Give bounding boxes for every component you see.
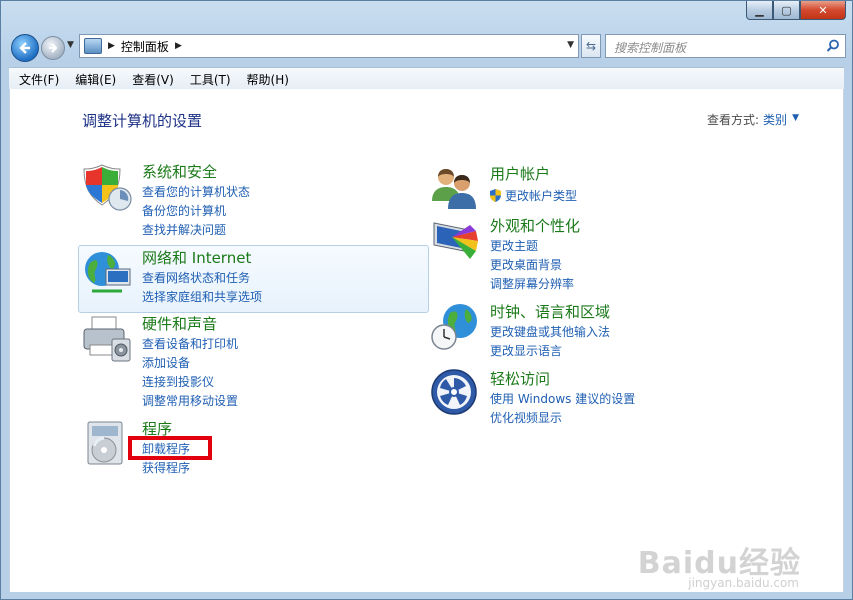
back-arrow-icon <box>19 42 30 54</box>
link-change-account-type[interactable]: 更改帐户类型 <box>490 187 577 204</box>
category-title[interactable]: 时钟、语言和区域 <box>490 301 610 322</box>
breadcrumb-separator-icon[interactable]: ▶ <box>175 41 182 51</box>
navigation-bar: ▼ ▶ 控制面板 ▶ ▼ ⇆ 搜索控制面板 <box>9 31 846 62</box>
chevron-down-icon[interactable]: ▼ <box>792 113 799 123</box>
view-by-label: 查看方式: <box>706 113 759 127</box>
category-hardware-sound: 硬件和声音 查看设备和打印机 添加设备 连接到投影仪 调整常用移动设置 <box>82 313 382 413</box>
category-clock-language-region: 时钟、语言和区域 更改键盘或其他输入法 更改显示语言 <box>430 301 750 361</box>
category-programs: 程序 卸载程序 获得程序 <box>82 418 382 478</box>
category-user-accounts: 用户帐户 更改帐户类型 <box>430 163 750 213</box>
highlight-annotation <box>128 436 212 460</box>
category-system-security: 系统和安全 查看您的计算机状态 备份您的计算机 查找并解决问题 <box>82 161 382 241</box>
refresh-icon: ⇆ <box>585 39 597 53</box>
category-title[interactable]: 轻松访问 <box>490 368 550 389</box>
menu-tools[interactable]: 工具(T) <box>180 71 237 88</box>
category-appearance-personalization: 外观和个性化 更改主题 更改桌面背景 调整屏幕分辨率 <box>430 215 750 295</box>
menu-file[interactable]: 文件(F) <box>9 71 65 88</box>
search-input[interactable]: 搜索控制面板 <box>614 39 686 56</box>
category-network-internet: 网络和 Internet 查看网络状态和任务 选择家庭组和共享选项 <box>82 247 382 307</box>
link-optimize-video-display[interactable]: 优化视频显示 <box>490 409 562 426</box>
menu-edit[interactable]: 编辑(E) <box>65 71 122 88</box>
menu-view[interactable]: 查看(V) <box>122 71 180 88</box>
link-backup-computer[interactable]: 备份您的计算机 <box>142 202 226 219</box>
search-icon[interactable] <box>826 39 840 53</box>
back-button[interactable] <box>11 34 39 62</box>
ease-of-access-icon <box>431 369 477 415</box>
uac-shield-icon <box>490 189 501 202</box>
printer-icon <box>83 316 131 362</box>
breadcrumb-control-panel[interactable]: 控制面板 <box>121 38 169 55</box>
link-add-device[interactable]: 添加设备 <box>142 354 190 371</box>
programs-icon <box>87 421 123 465</box>
page-title: 调整计算机的设置 <box>82 112 203 130</box>
category-title[interactable]: 外观和个性化 <box>490 215 580 236</box>
link-change-keyboard-input[interactable]: 更改键盘或其他输入法 <box>490 323 610 340</box>
maximize-button[interactable]: ▢ <box>773 1 800 20</box>
link-troubleshoot[interactable]: 查找并解决问题 <box>142 221 226 238</box>
category-title[interactable]: 系统和安全 <box>142 161 217 182</box>
link-label[interactable]: 更改帐户类型 <box>505 189 577 203</box>
link-devices-printers[interactable]: 查看设备和打印机 <box>142 335 238 352</box>
link-view-network-status[interactable]: 查看网络状态和任务 <box>142 269 250 286</box>
category-title[interactable]: 硬件和声音 <box>142 313 217 334</box>
watermark-url: jingyan.baidu.com <box>688 576 799 590</box>
recent-pages-dropdown[interactable]: ▼ <box>67 40 74 50</box>
breadcrumb-separator-icon[interactable]: ▶ <box>108 41 115 51</box>
address-bar[interactable]: ▶ 控制面板 ▶ ▼ <box>79 34 579 58</box>
minimize-button[interactable]: ▁ <box>746 1 773 20</box>
link-mobility-settings[interactable]: 调整常用移动设置 <box>142 392 238 409</box>
link-change-theme[interactable]: 更改主题 <box>490 237 538 254</box>
caption-buttons: ▁ ▢ ✕ <box>746 1 846 20</box>
link-homegroup-sharing[interactable]: 选择家庭组和共享选项 <box>142 288 262 305</box>
control-panel-window: ▁ ▢ ✕ ▼ ▶ 控制面板 ▶ ▼ ⇆ 搜索控制面板 文件(F) 编辑(E) … <box>0 0 853 600</box>
menu-help[interactable]: 帮助(H) <box>237 71 295 88</box>
category-ease-of-access: 轻松访问 使用 Windows 建议的设置 优化视频显示 <box>430 368 750 428</box>
view-by-dropdown[interactable]: 类别 <box>763 111 787 128</box>
forward-button[interactable] <box>41 36 65 60</box>
shield-icon <box>83 164 132 211</box>
menu-bar: 文件(F) 编辑(E) 查看(V) 工具(T) 帮助(H) <box>9 67 844 91</box>
link-change-desktop-background[interactable]: 更改桌面背景 <box>490 256 562 273</box>
link-adjust-resolution[interactable]: 调整屏幕分辨率 <box>490 275 574 292</box>
link-connect-projector[interactable]: 连接到投影仪 <box>142 373 214 390</box>
link-change-display-language[interactable]: 更改显示语言 <box>490 342 562 359</box>
address-dropdown-icon[interactable]: ▼ <box>567 40 574 50</box>
close-button[interactable]: ✕ <box>800 1 846 20</box>
content-pane: 调整计算机的设置 查看方式: 类别 ▼ 系统和安全 查看您的计算机状态 备份您的… <box>9 89 844 592</box>
clock-globe-icon <box>431 304 477 350</box>
category-title[interactable]: 网络和 Internet <box>142 247 251 268</box>
link-windows-recommended-settings[interactable]: 使用 Windows 建议的设置 <box>490 390 635 407</box>
network-globe-icon <box>85 252 131 293</box>
link-view-computer-status[interactable]: 查看您的计算机状态 <box>142 183 250 200</box>
users-icon <box>432 169 476 209</box>
link-get-programs[interactable]: 获得程序 <box>142 459 190 476</box>
forward-arrow-icon <box>49 43 58 53</box>
monitor-palette-icon <box>433 222 478 259</box>
category-title[interactable]: 用户帐户 <box>490 163 550 184</box>
control-panel-icon <box>84 38 102 54</box>
search-box[interactable]: 搜索控制面板 <box>605 34 846 58</box>
refresh-button[interactable]: ⇆ <box>581 34 601 58</box>
